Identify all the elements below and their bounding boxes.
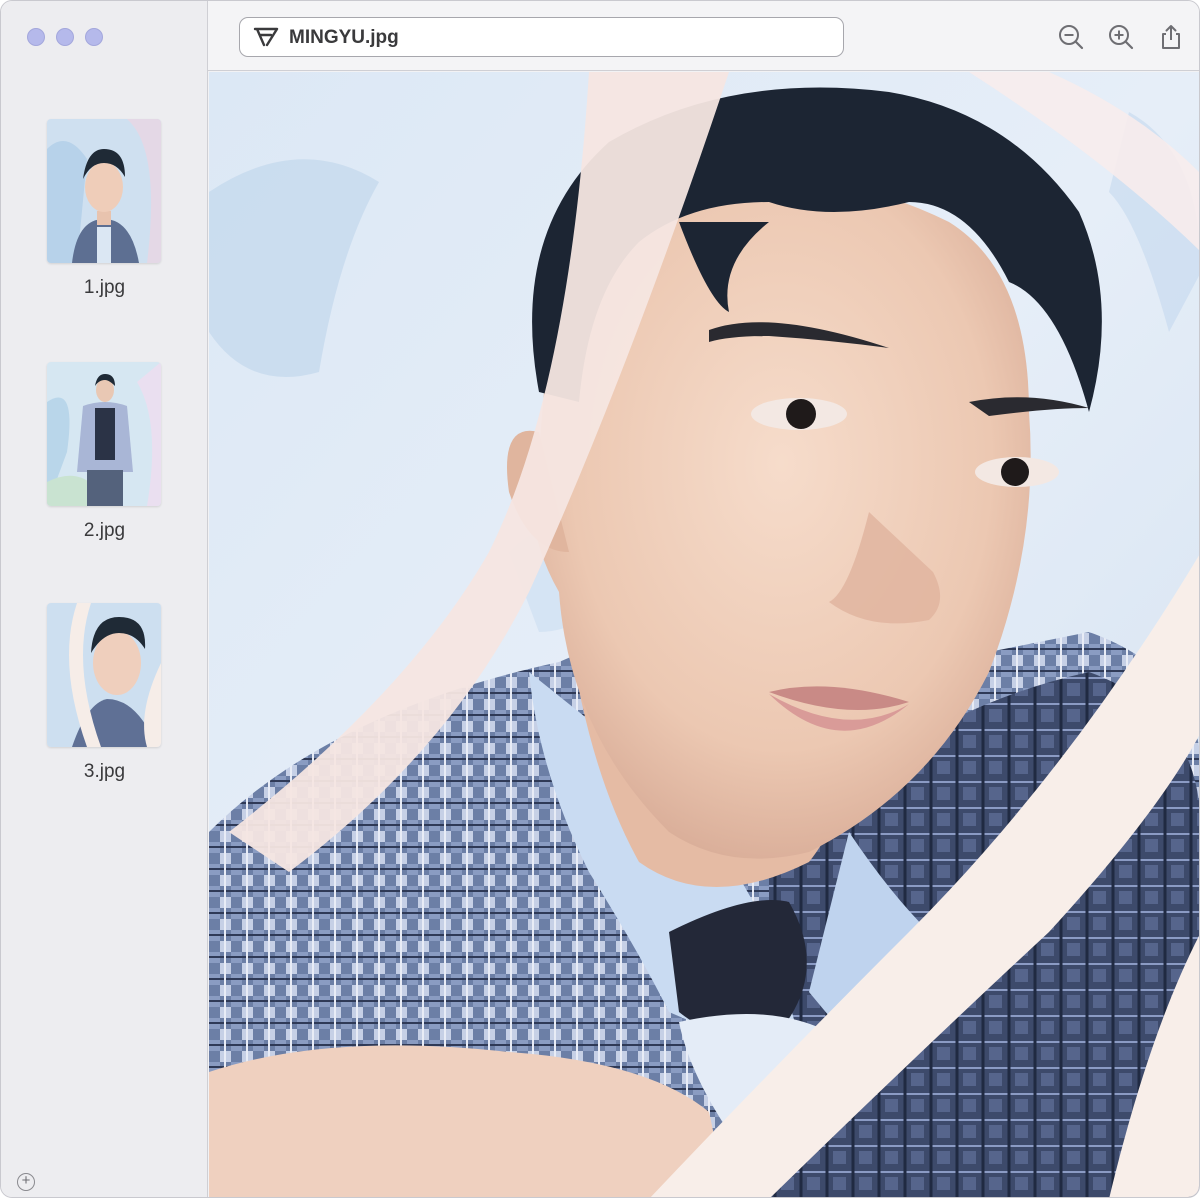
zoom-out-icon	[1059, 25, 1084, 50]
zoom-window-button[interactable]	[85, 28, 103, 46]
thumbnail-image-closeup[interactable]	[47, 603, 161, 747]
thumbnail-item[interactable]: 3.jpg	[1, 603, 208, 803]
share-icon	[1162, 25, 1180, 49]
thumbnail-item[interactable]: 2.jpg	[1, 362, 208, 562]
thumbnail-image-portrait[interactable]	[47, 119, 161, 263]
toolbar: MINGYU.jpg	[208, 1, 1199, 71]
thumbnail-label: 1.jpg	[83, 277, 126, 298]
preview-window: 1.jpg 2.jpg 3.jpg + MINGYU.jpg	[0, 0, 1200, 1198]
share-button[interactable]	[1157, 23, 1185, 51]
portrait-photo	[209, 72, 1199, 1197]
traffic-lights	[27, 28, 103, 46]
thumbnail-image-full-body[interactable]	[47, 362, 161, 506]
close-window-button[interactable]	[27, 28, 45, 46]
document-title-field[interactable]: MINGYU.jpg	[239, 17, 844, 57]
image-viewer[interactable]	[209, 72, 1199, 1197]
minimize-window-button[interactable]	[56, 28, 74, 46]
thumbnail-item[interactable]: 1.jpg	[1, 119, 208, 319]
seventeen-logo-icon	[253, 27, 279, 47]
thumbnail-label: 3.jpg	[83, 761, 126, 782]
thumbnail-label: 2.jpg	[83, 520, 126, 541]
plus-circle-icon[interactable]: +	[17, 1173, 35, 1191]
zoom-in-icon	[1109, 25, 1134, 50]
zoom-out-button[interactable]	[1057, 23, 1085, 51]
document-title: MINGYU.jpg	[289, 27, 399, 48]
zoom-in-button[interactable]	[1107, 23, 1135, 51]
sidebar: 1.jpg 2.jpg 3.jpg +	[1, 1, 208, 1197]
